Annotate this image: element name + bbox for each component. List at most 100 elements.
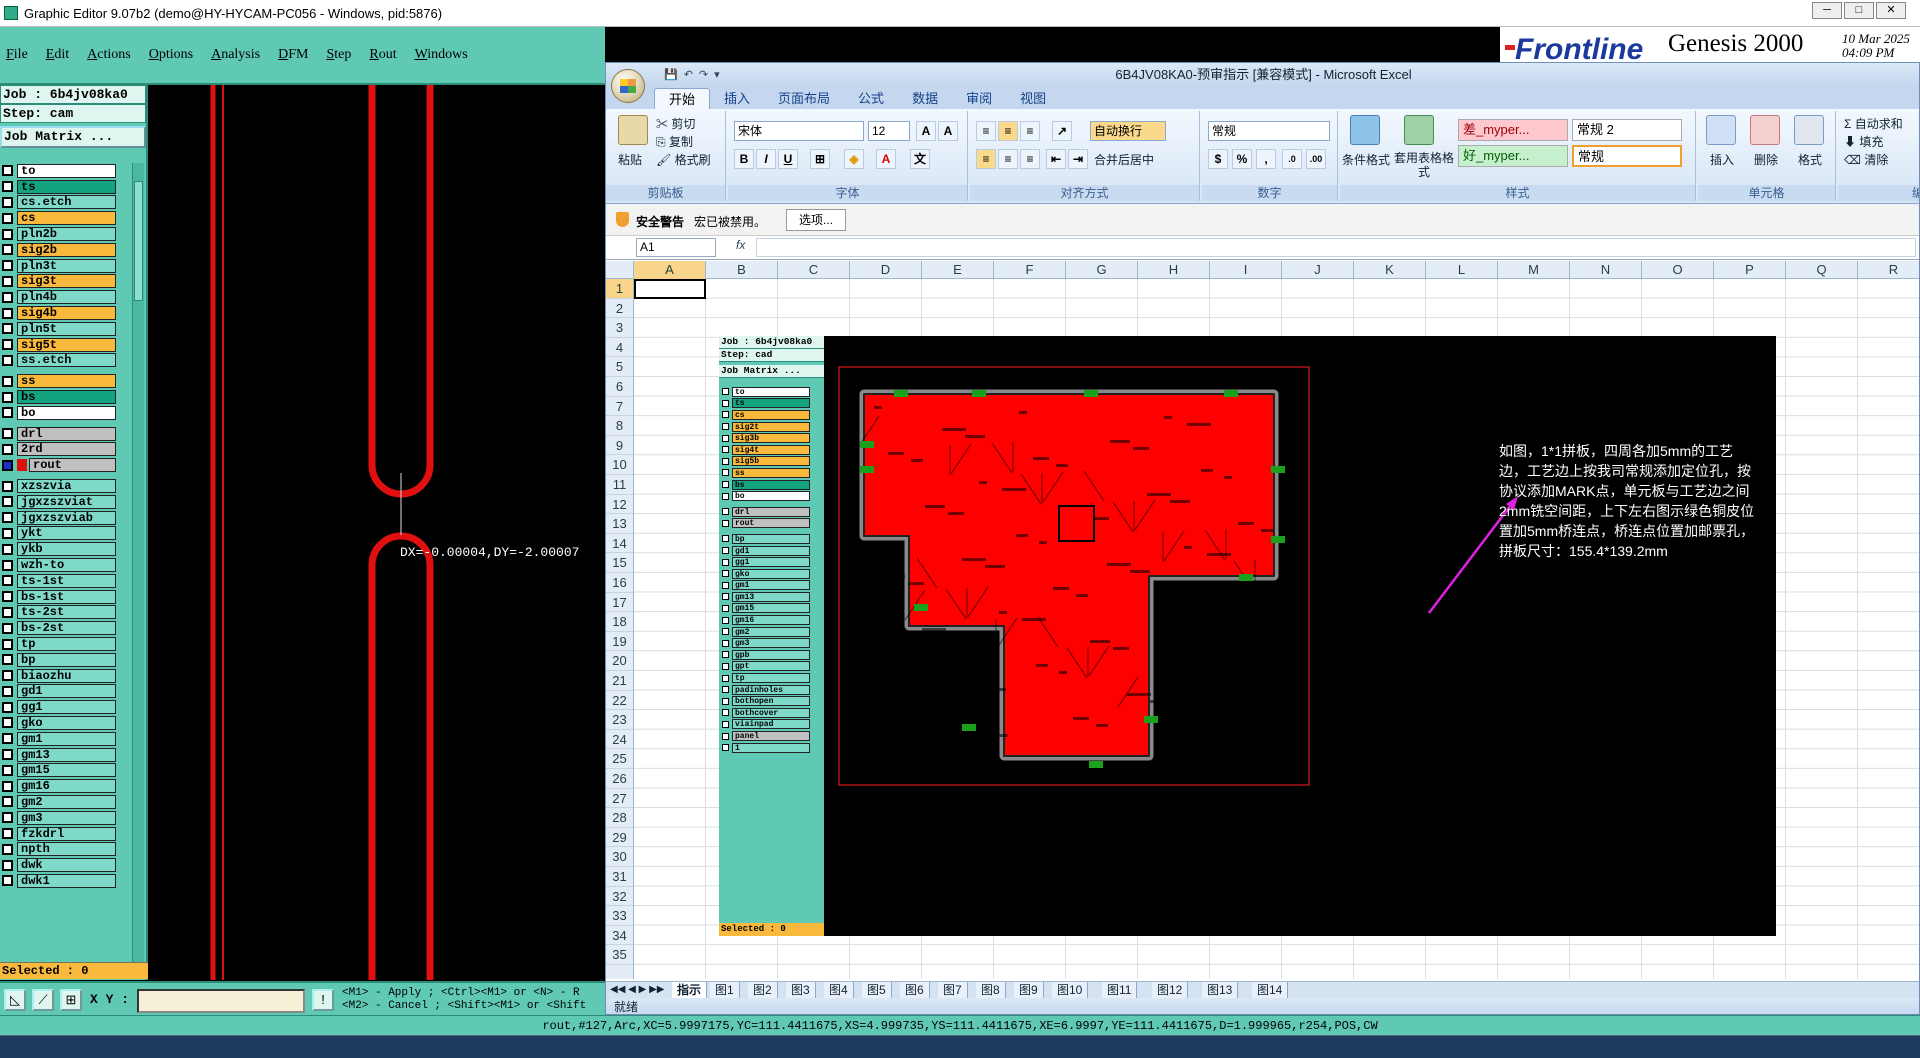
select-all-corner[interactable] xyxy=(606,261,634,279)
column-header[interactable]: F xyxy=(994,261,1066,279)
orientation-button[interactable]: ↗ xyxy=(1052,121,1072,141)
column-header[interactable]: G xyxy=(1066,261,1138,279)
layer-checkbox[interactable] xyxy=(2,212,13,224)
tab-4[interactable]: 数据 xyxy=(898,88,952,109)
layer-row[interactable]: ts-1st xyxy=(0,573,118,589)
layer-row[interactable]: gd1 xyxy=(0,684,118,700)
insert-cells-button[interactable]: 插入 xyxy=(1710,151,1734,168)
layer-checkbox[interactable] xyxy=(2,575,13,587)
undo-icon[interactable]: ↶ xyxy=(684,68,693,81)
menu-windows[interactable]: Windows xyxy=(415,47,468,63)
row-header[interactable]: 15 xyxy=(606,553,633,573)
row-header[interactable]: 32 xyxy=(606,887,633,907)
layer-row[interactable]: ss xyxy=(0,373,118,389)
layer-checkbox[interactable] xyxy=(2,670,13,682)
layer-checkbox[interactable] xyxy=(2,407,13,419)
column-header[interactable]: I xyxy=(1210,261,1282,279)
layer-checkbox[interactable] xyxy=(2,307,13,319)
sheet-tab[interactable]: 图11 xyxy=(1102,982,1138,999)
sheet-tab[interactable]: 图2 xyxy=(748,982,778,999)
row-header[interactable]: 13 xyxy=(606,514,633,534)
number-format-select[interactable]: 常规 xyxy=(1208,121,1330,141)
tab-3[interactable]: 公式 xyxy=(844,88,898,109)
delete-cells-icon[interactable] xyxy=(1750,115,1780,145)
layer-checkbox[interactable] xyxy=(2,796,13,808)
menu-rout[interactable]: Rout xyxy=(369,47,396,63)
font-color-button[interactable]: A xyxy=(876,149,896,169)
font-name-select[interactable]: 宋体 xyxy=(734,121,864,141)
fill-color-button[interactable]: ◈ xyxy=(844,149,864,169)
layer-row[interactable]: pln4b xyxy=(0,289,118,305)
style-normal-2[interactable]: 常规 2 xyxy=(1572,119,1682,141)
menu-analysis[interactable]: Analysis xyxy=(211,47,260,63)
increase-indent-button[interactable]: ⇥ xyxy=(1068,149,1088,169)
column-header[interactable]: A xyxy=(634,261,706,279)
info-icon[interactable]: ! xyxy=(312,989,334,1011)
row-header[interactable]: 1 xyxy=(606,279,633,299)
layer-row[interactable]: rout xyxy=(0,457,118,473)
layer-checkbox[interactable] xyxy=(2,622,13,634)
layer-checkbox[interactable] xyxy=(2,591,13,603)
layer-checkbox[interactable] xyxy=(2,717,13,729)
row-header[interactable]: 31 xyxy=(606,867,633,887)
redo-icon[interactable]: ↷ xyxy=(699,68,708,81)
layer-checkbox[interactable] xyxy=(2,828,13,840)
layer-checkbox[interactable] xyxy=(2,181,13,193)
layer-row[interactable]: xzszvia xyxy=(0,478,118,494)
column-header[interactable]: C xyxy=(778,261,850,279)
formula-input[interactable] xyxy=(756,238,1916,257)
decrease-decimal-button[interactable]: .00 xyxy=(1306,149,1326,169)
sheet-tab[interactable]: 图13 xyxy=(1202,982,1239,999)
sheet-tab[interactable]: 图4 xyxy=(824,982,854,999)
conditional-format-button[interactable]: 条件格式 xyxy=(1342,151,1390,168)
layer-row[interactable]: gm2 xyxy=(0,794,118,810)
layer-checkbox[interactable] xyxy=(2,764,13,776)
layer-row[interactable]: gm15 xyxy=(0,762,118,778)
name-box[interactable]: A1 xyxy=(636,238,716,257)
layer-row[interactable]: gm1 xyxy=(0,731,118,747)
layer-checkbox[interactable] xyxy=(2,459,13,471)
layer-checkbox[interactable] xyxy=(2,275,13,287)
layer-checkbox[interactable] xyxy=(2,780,13,792)
fill-button[interactable]: ⬇ 填充 xyxy=(1844,133,1883,150)
layer-row[interactable]: ts-2st xyxy=(0,605,118,621)
tab-1[interactable]: 插入 xyxy=(710,88,764,109)
layer-checkbox[interactable] xyxy=(2,244,13,256)
layer-checkbox[interactable] xyxy=(2,843,13,855)
sheet-tab[interactable]: 图8 xyxy=(976,982,1006,999)
row-header[interactable]: 23 xyxy=(606,710,633,730)
layer-checkbox[interactable] xyxy=(2,606,13,618)
layer-row[interactable]: gm13 xyxy=(0,747,118,763)
percent-button[interactable]: % xyxy=(1232,149,1252,169)
layer-row[interactable]: biaozhu xyxy=(0,668,118,684)
options-button[interactable]: 选项... xyxy=(786,209,847,231)
layer-row[interactable]: ykb xyxy=(0,541,118,557)
row-header[interactable]: 24 xyxy=(606,730,633,750)
sheet-tab[interactable]: 图12 xyxy=(1152,982,1189,999)
menu-edit[interactable]: Edit xyxy=(46,47,69,63)
layer-checkbox[interactable] xyxy=(2,354,13,366)
layer-row[interactable]: gm16 xyxy=(0,778,118,794)
layer-checkbox[interactable] xyxy=(2,701,13,713)
row-header[interactable]: 26 xyxy=(606,769,633,789)
grid-icon[interactable]: ⊞ xyxy=(60,989,82,1011)
embedded-screenshot[interactable]: Job : 6b4jv08ka0 Step: cad Job Matrix ..… xyxy=(719,336,1776,936)
layer-checkbox[interactable] xyxy=(2,228,13,240)
row-header[interactable]: 7 xyxy=(606,397,633,417)
row-header[interactable]: 17 xyxy=(606,593,633,613)
layer-checkbox[interactable] xyxy=(2,323,13,335)
row-header[interactable]: 8 xyxy=(606,416,633,436)
xy-input[interactable] xyxy=(137,989,305,1013)
row-header[interactable]: 28 xyxy=(606,808,633,828)
column-header[interactable]: M xyxy=(1498,261,1570,279)
tab-5[interactable]: 审阅 xyxy=(952,88,1006,109)
layer-row[interactable]: jgxzszviab xyxy=(0,510,118,526)
scroll-thumb[interactable] xyxy=(134,181,143,301)
currency-button[interactable]: $ xyxy=(1208,149,1228,169)
layer-row[interactable]: pln2b xyxy=(0,226,118,242)
layer-checkbox[interactable] xyxy=(2,749,13,761)
style-bad[interactable]: 差_myper... xyxy=(1458,119,1568,141)
column-header[interactable]: J xyxy=(1282,261,1354,279)
sheet-tab[interactable]: 图5 xyxy=(862,982,892,999)
row-header[interactable]: 10 xyxy=(606,455,633,475)
